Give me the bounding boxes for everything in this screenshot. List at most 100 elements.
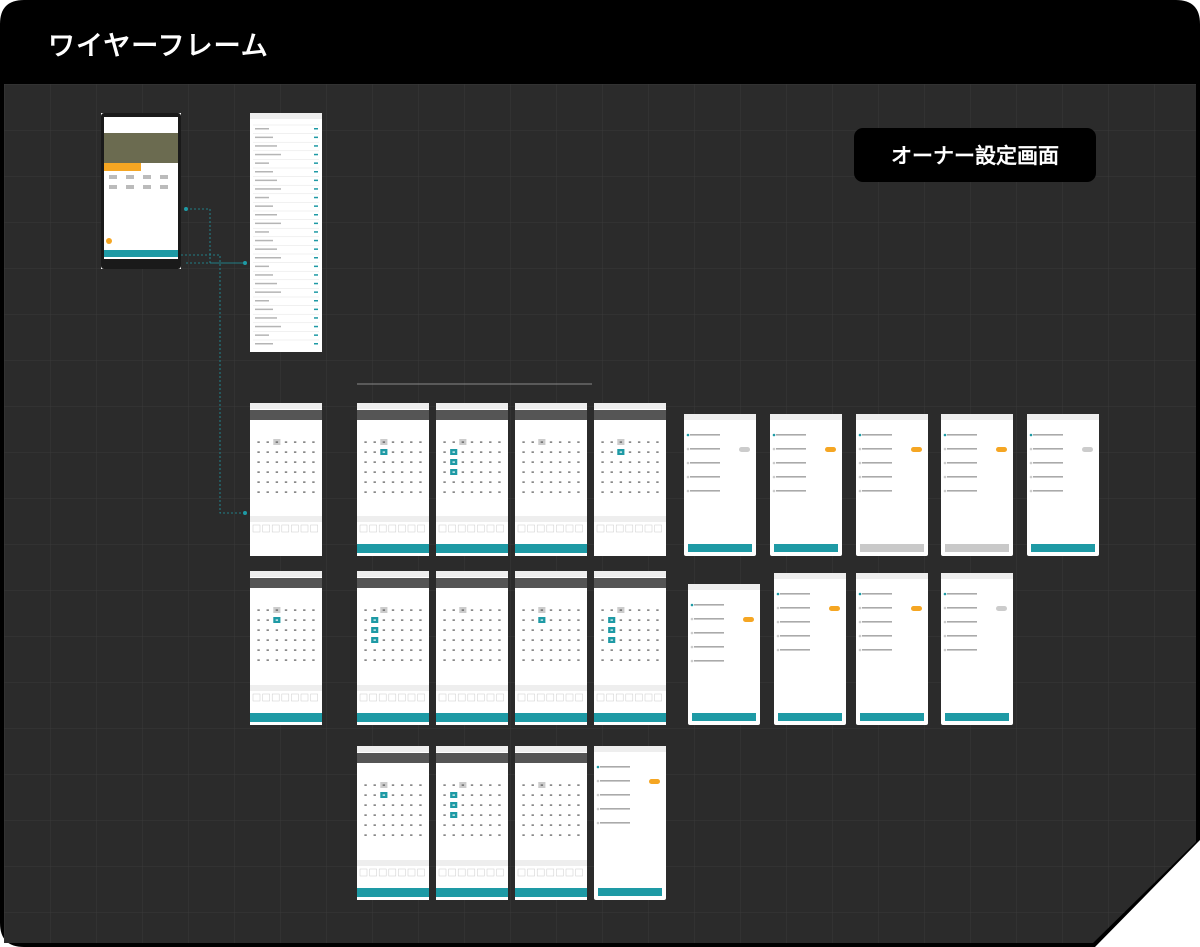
day-number <box>558 784 562 786</box>
option-label <box>862 476 892 478</box>
day-number <box>382 834 386 836</box>
radio-icon <box>1029 475 1033 479</box>
date-chip <box>369 524 377 533</box>
screen-dialog <box>1027 414 1099 556</box>
day-number <box>470 794 474 796</box>
day-number <box>489 441 492 443</box>
toggle-switch <box>649 779 660 784</box>
day-number <box>610 451 613 453</box>
day-number <box>540 784 544 786</box>
day-number <box>531 451 534 453</box>
nav-bar <box>515 403 587 409</box>
day-number <box>470 619 474 621</box>
day-number <box>489 461 492 463</box>
bottom-button <box>104 250 178 257</box>
day-number <box>637 441 641 443</box>
day-number <box>549 481 553 483</box>
day-number <box>373 619 376 621</box>
list-label <box>255 308 273 311</box>
toggle-switch <box>996 447 1007 452</box>
day-number <box>373 481 376 483</box>
day-number <box>284 649 288 651</box>
info-banner <box>436 410 508 420</box>
nav-bar <box>250 113 322 119</box>
day-number <box>373 471 376 473</box>
date-chip <box>565 524 574 533</box>
day-number <box>364 649 367 651</box>
day-number <box>498 794 501 796</box>
menu-icon <box>160 175 168 179</box>
day-number <box>498 814 501 816</box>
footer-button <box>436 544 508 553</box>
nav-bar <box>941 414 1013 420</box>
date-chip <box>565 693 574 702</box>
list-value <box>314 171 318 173</box>
option-label <box>780 621 810 623</box>
day-number <box>391 461 395 463</box>
nav-bar <box>515 746 587 752</box>
day-number <box>568 804 571 806</box>
day-number <box>266 461 269 463</box>
radio-icon <box>686 447 690 451</box>
radio-icon <box>690 645 694 649</box>
option-label <box>694 618 724 620</box>
toggle-switch <box>825 447 836 452</box>
option-label <box>690 476 720 478</box>
radio-icon <box>776 606 780 610</box>
date-chip <box>448 524 456 533</box>
day-number <box>410 471 413 473</box>
day-number <box>293 659 297 661</box>
day-number <box>400 441 404 443</box>
radio-icon <box>596 821 600 825</box>
screen-dialog <box>774 573 846 725</box>
day-number <box>558 639 562 641</box>
day-number <box>558 491 562 493</box>
day-number <box>577 804 580 806</box>
day-number <box>461 481 465 483</box>
day-number <box>610 609 613 611</box>
day-number <box>619 609 623 611</box>
option-label <box>1033 462 1063 464</box>
day-number <box>656 451 659 453</box>
day-number <box>577 649 580 651</box>
day-number <box>312 491 315 493</box>
day-number <box>410 649 413 651</box>
day-number <box>391 804 395 806</box>
day-number <box>275 471 279 473</box>
date-chip <box>575 524 583 533</box>
day-number <box>419 659 422 661</box>
day-number <box>257 629 260 631</box>
day-number <box>619 491 623 493</box>
date-chip <box>467 524 476 533</box>
option-label <box>776 476 806 478</box>
day-number <box>647 491 650 493</box>
date-chip <box>596 524 605 533</box>
day-number <box>498 784 501 786</box>
screen-dialog <box>941 414 1013 556</box>
date-chip <box>359 524 368 533</box>
day-number <box>531 814 534 816</box>
day-number <box>303 609 306 611</box>
day-number <box>452 491 455 493</box>
day-number <box>479 441 483 443</box>
day-number <box>628 649 632 651</box>
day-number <box>419 441 422 443</box>
day-number <box>498 481 501 483</box>
day-number <box>601 491 604 493</box>
day-number <box>656 481 659 483</box>
day-number <box>452 629 455 631</box>
day-number <box>293 441 297 443</box>
day-number <box>391 814 395 816</box>
day-number <box>479 639 483 641</box>
day-number <box>656 609 659 611</box>
day-number <box>540 659 544 661</box>
info-banner <box>515 753 587 763</box>
radio-icon <box>686 475 690 479</box>
day-number <box>498 491 501 493</box>
option-label <box>862 635 892 637</box>
day-number <box>391 451 395 453</box>
day-number <box>257 441 260 443</box>
day-number <box>470 491 474 493</box>
fab-icon <box>106 238 112 244</box>
date-chip <box>654 693 662 702</box>
